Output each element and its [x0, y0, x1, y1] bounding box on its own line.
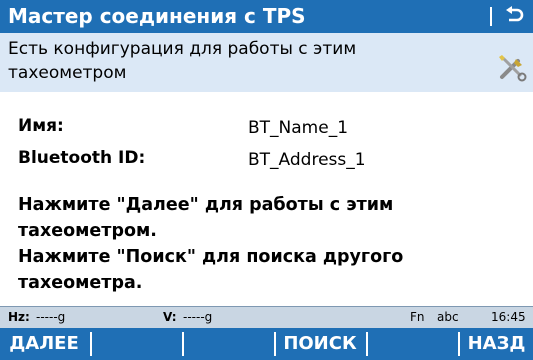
softkey-f4[interactable]	[368, 328, 456, 360]
back-button[interactable]: НАЗД	[460, 328, 533, 360]
softkey-bar: ДАЛЕЕ ПОИСК НАЗД	[0, 328, 533, 360]
title-divider	[490, 7, 492, 26]
softkey-f3-empty[interactable]	[184, 328, 272, 360]
info-banner: Есть конфигурация для работы с этим тахе…	[0, 33, 533, 92]
instruction-search: Нажмите "Поиск" для поиска другого тахео…	[18, 247, 404, 293]
name-label: Имя:	[18, 116, 64, 136]
back-arrow-icon[interactable]	[502, 4, 526, 28]
bluetooth-id-label: Bluetooth ID:	[18, 148, 146, 168]
fn-indicator: Fn	[410, 310, 425, 324]
v-value: -----g	[183, 310, 213, 324]
page-title: Мастер соединения с TPS	[8, 4, 306, 28]
input-mode-indicator: abc	[437, 310, 459, 324]
name-value: BT_Name_1	[248, 118, 349, 138]
v-label: V:	[163, 310, 177, 324]
next-button[interactable]: ДАЛЕЕ	[0, 328, 88, 360]
banner-message: Есть конфигурация для работы с этим тахе…	[8, 39, 357, 83]
instruction-next: Нажмите "Далее" для работы с этим тахеом…	[18, 195, 394, 241]
search-button[interactable]: ПОИСК	[276, 328, 364, 360]
title-bar: Мастер соединения с TPS	[0, 0, 533, 33]
softkey-f2[interactable]	[92, 328, 180, 360]
status-bar: Hz: -----g V: -----g Fn abc 16:45	[0, 306, 533, 328]
tools-icon	[499, 55, 527, 82]
instructions: Нажмите "Далее" для работы с этим тахеом…	[18, 192, 518, 296]
hz-label: Hz:	[8, 310, 30, 324]
bluetooth-id-value: BT_Address_1	[248, 150, 366, 170]
hz-value: -----g	[36, 310, 66, 324]
clock: 16:45	[491, 310, 526, 324]
